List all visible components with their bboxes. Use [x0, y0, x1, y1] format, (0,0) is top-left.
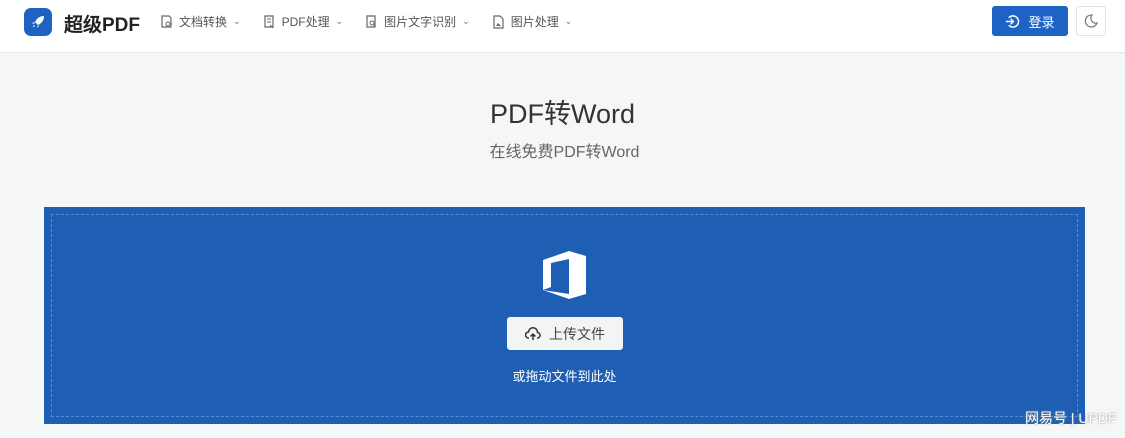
page-title: PDF转Word — [489, 99, 636, 129]
nav-label: 图片文字识别 — [384, 15, 457, 29]
file-drop-zone[interactable] — [44, 207, 1085, 424]
upload-file-button[interactable]: 上传文件 — [507, 317, 623, 350]
image-file-icon — [493, 14, 504, 29]
login-button[interactable]: 登录 — [992, 6, 1068, 36]
document-edit-icon — [263, 14, 274, 28]
nav-pdf-process[interactable]: PDF处理 ⌄ — [263, 13, 344, 30]
nav-ocr[interactable]: 图片文字识别 ⌄ — [365, 13, 470, 30]
brand-name[interactable]: 超级PDF — [64, 10, 140, 37]
nav-label: PDF处理 — [281, 15, 330, 29]
moon-icon — [1084, 14, 1098, 28]
nav-doc-convert[interactable]: 文档转换 ⌄ — [160, 13, 241, 30]
cloud-upload-icon — [525, 326, 541, 340]
theme-toggle-button[interactable] — [1076, 6, 1106, 36]
chevron-down-icon: ⌄ — [462, 16, 470, 26]
document-icon — [161, 14, 172, 28]
rocket-logo-icon[interactable] — [24, 8, 52, 36]
document-search-icon — [366, 14, 376, 28]
main-nav: 文档转换 ⌄ PDF处理 ⌄ 图片文字识别 ⌄ 图片处理 ⌄ — [160, 13, 572, 30]
nav-image-process[interactable]: 图片处理 ⌄ — [492, 13, 573, 30]
watermark: 网易号 | UPDF — [1025, 410, 1117, 426]
chevron-down-icon: ⌄ — [564, 16, 573, 26]
nav-label: 文档转换 — [179, 15, 228, 29]
header: 超级PDF 文档转换 ⌄ PDF处理 ⌄ 图片文字识别 ⌄ 图片处理 ⌄ 登录 — [0, 0, 1125, 53]
nav-label: 图片处理 — [510, 15, 559, 29]
login-label: 登录 — [1028, 14, 1055, 30]
login-icon — [1006, 14, 1020, 28]
page-subtitle: 在线免费PDF转Word — [489, 144, 640, 161]
office-icon — [543, 251, 586, 299]
drop-zone-border — [51, 214, 1078, 417]
chevron-down-icon: ⌄ — [335, 16, 344, 26]
upload-label: 上传文件 — [549, 325, 605, 342]
chevron-down-icon: ⌄ — [233, 16, 241, 26]
drop-hint: 或拖动文件到此处 — [512, 369, 617, 384]
